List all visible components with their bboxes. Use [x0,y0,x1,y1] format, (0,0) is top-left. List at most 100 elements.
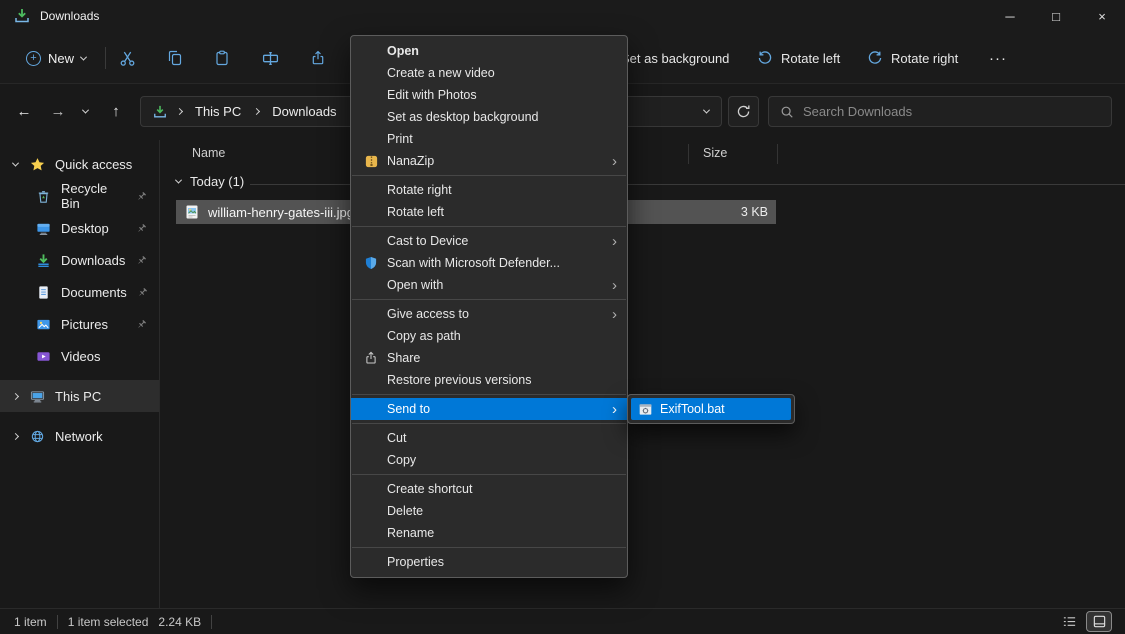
pin-icon [136,319,147,330]
chevron-right-icon[interactable] [10,394,20,399]
menu-item-print[interactable]: Print [351,128,627,150]
defender-shield-icon [363,255,379,271]
desktop-icon [36,221,51,236]
pictures-icon [36,317,51,332]
menu-separator [352,226,626,227]
column-divider[interactable] [688,144,689,164]
menu-item-cast-to-device[interactable]: Cast to Device [351,230,627,252]
menu-item-rotate-right[interactable]: Rotate right [351,179,627,201]
menu-item-give-access-to[interactable]: Give access to [351,303,627,325]
sidebar: Quick access Recycle Bin Desktop Downloa… [0,140,160,608]
menu-item-share[interactable]: Share [351,347,627,369]
menu-separator [352,474,626,475]
sidebar-item-label: Desktop [61,221,109,236]
large-icons-view-button[interactable] [1087,612,1111,631]
group-header-today[interactable]: Today (1) [176,174,244,189]
videos-icon [36,349,51,364]
group-label: Today (1) [190,174,244,189]
rename-icon [262,50,279,67]
rotate-left-button[interactable]: Rotate left [749,42,848,74]
downloads-icon [36,253,51,268]
menu-item-properties[interactable]: Properties [351,551,627,573]
menu-item-nanazip[interactable]: NanaZip [351,150,627,172]
sidebar-item-label: Pictures [61,317,108,332]
menu-item-rename[interactable]: Rename [351,522,627,544]
star-icon [30,157,45,172]
forward-button[interactable]: → [42,96,74,126]
menu-item-create-a-new-video[interactable]: Create a new video [351,62,627,84]
share-icon [310,50,326,66]
status-selection-size: 2.24 KB [158,615,201,629]
cut-button[interactable] [107,42,147,74]
sidebar-item-documents[interactable]: Documents [0,276,159,308]
paste-button[interactable] [202,42,242,74]
context-menu: Open Create a new video Edit with Photos… [350,35,628,578]
menu-item-open-with[interactable]: Open with [351,274,627,296]
document-icon [36,285,51,300]
pin-icon [136,255,147,266]
breadcrumb-this-pc[interactable]: This PC [192,104,244,119]
menu-item-edit-with-photos[interactable]: Edit with Photos [351,84,627,106]
recent-locations-button[interactable] [74,96,96,126]
column-header-name[interactable]: Name [192,146,225,160]
rename-button[interactable] [250,42,290,74]
back-button[interactable]: ← [8,96,40,126]
rotate-right-button[interactable]: Rotate right [859,42,966,74]
toolbar-separator [105,47,106,69]
menu-item-create-shortcut[interactable]: Create shortcut [351,478,627,500]
downloads-folder-icon [14,8,30,24]
menu-item-open[interactable]: Open [351,40,627,62]
rotate-left-label: Rotate left [781,51,840,66]
refresh-button[interactable] [728,96,759,127]
chevron-down-icon [175,177,182,184]
details-view-button[interactable] [1057,612,1081,631]
new-button[interactable]: + New [16,42,96,74]
pin-icon [136,223,147,234]
menu-item-delete[interactable]: Delete [351,500,627,522]
menu-item-set-as-desktop-background[interactable]: Set as desktop background [351,106,627,128]
file-list: Name Size Today (1) william-henry-gates-… [161,130,1125,608]
this-pc-icon [30,389,45,404]
submenu-item-exiftool[interactable]: ExifTool.bat [631,398,791,420]
status-item-count: 1 item [14,615,47,629]
minimize-button[interactable]: ─ [987,0,1033,32]
search-box[interactable] [768,96,1112,127]
sidebar-item-label: Recycle Bin [61,181,126,211]
up-button[interactable]: ↑ [100,96,132,126]
chevron-right-icon [173,109,186,114]
chevron-down-icon [80,53,87,60]
rotate-right-label: Rotate right [891,51,958,66]
sidebar-item-pictures[interactable]: Pictures [0,308,159,340]
breadcrumb-downloads[interactable]: Downloads [269,104,339,119]
close-button[interactable]: × [1079,0,1125,32]
menu-item-cut[interactable]: Cut [351,427,627,449]
menu-item-copy-as-path[interactable]: Copy as path [351,325,627,347]
column-divider[interactable] [777,144,778,164]
search-input[interactable] [803,104,1100,119]
chevron-down-icon[interactable] [10,162,20,167]
menu-item-scan-with-defender[interactable]: Scan with Microsoft Defender... [351,252,627,274]
nanazip-icon [363,153,379,169]
sidebar-item-network[interactable]: Network [0,420,159,452]
file-name: william-henry-gates-iii.jpg [208,205,354,220]
menu-item-copy[interactable]: Copy [351,449,627,471]
sidebar-item-downloads[interactable]: Downloads [0,244,159,276]
sidebar-item-quick-access[interactable]: Quick access [0,148,159,180]
menu-item-rotate-left[interactable]: Rotate left [351,201,627,223]
menu-item-restore-previous-versions[interactable]: Restore previous versions [351,369,627,391]
pin-icon [136,191,147,202]
maximize-button[interactable]: □ [1033,0,1079,32]
sidebar-item-videos[interactable]: Videos [0,340,159,372]
sidebar-item-recycle-bin[interactable]: Recycle Bin [0,180,159,212]
copy-button[interactable] [155,42,195,74]
sidebar-item-desktop[interactable]: Desktop [0,212,159,244]
column-header-size[interactable]: Size [703,146,727,160]
rotate-left-icon [757,50,773,66]
menu-item-send-to[interactable]: Send to [351,398,627,420]
chevron-right-icon[interactable] [10,434,20,439]
sidebar-item-this-pc[interactable]: This PC [0,380,159,412]
sidebar-item-label: Quick access [55,157,132,172]
address-dropdown-chevron-icon[interactable] [703,107,710,114]
see-more-button[interactable]: ··· [980,42,1016,74]
share-button[interactable] [298,42,338,74]
